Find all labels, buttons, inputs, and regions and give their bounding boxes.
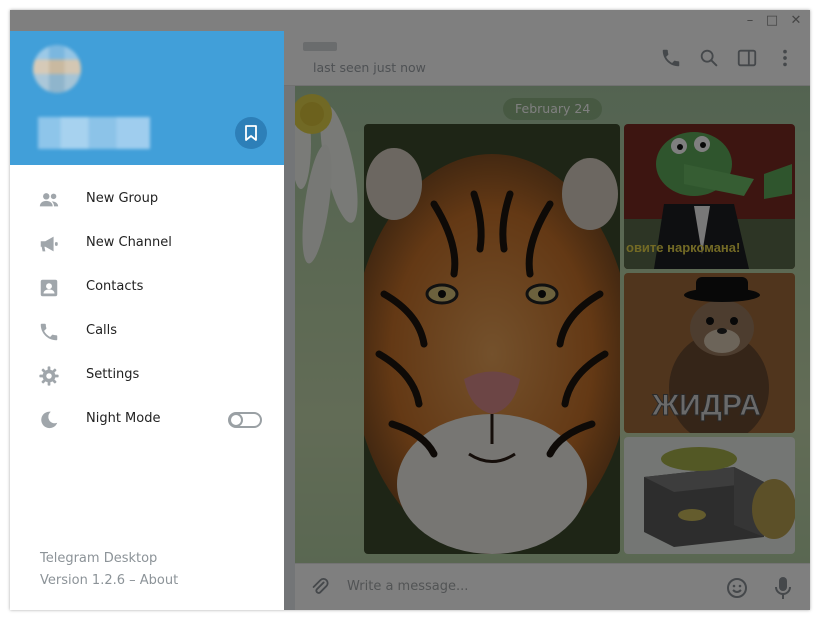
menu-item-calls[interactable]: Calls	[10, 310, 284, 354]
menu-item-night-mode[interactable]: Night Mode	[10, 398, 284, 442]
app-name: Telegram Desktop	[40, 551, 158, 566]
gear-icon	[39, 366, 59, 386]
menu-label-settings: Settings	[86, 367, 140, 382]
phone-icon	[40, 323, 58, 341]
contact-icon	[40, 279, 58, 297]
main-menu: New Group New Channel Contacts Calls Set…	[10, 31, 284, 610]
menu-label-new-group: New Group	[86, 191, 159, 206]
menu-item-new-channel[interactable]: New Channel	[10, 222, 284, 266]
night-mode-toggle[interactable]	[228, 412, 262, 428]
version-about-link[interactable]: Version 1.2.6 – About	[40, 573, 178, 588]
menu-item-contacts[interactable]: Contacts	[10, 266, 284, 310]
avatar[interactable]	[33, 45, 81, 93]
toggle-knob	[229, 413, 243, 427]
saved-messages-button[interactable]	[235, 117, 267, 149]
user-name-blurred	[38, 117, 150, 149]
menu-label-calls: Calls	[86, 323, 118, 338]
menu-label-night-mode: Night Mode	[86, 411, 161, 426]
menu-label-new-channel: New Channel	[86, 235, 172, 250]
megaphone-icon	[40, 236, 58, 252]
group-icon	[39, 193, 59, 207]
menu-label-contacts: Contacts	[86, 279, 144, 294]
menu-header	[10, 31, 284, 165]
menu-item-settings[interactable]: Settings	[10, 354, 284, 398]
menu-item-new-group[interactable]: New Group	[10, 178, 284, 222]
bookmark-icon	[245, 125, 257, 141]
app-window: – □ ✕ last seen just now	[10, 10, 810, 610]
moon-icon	[41, 411, 58, 429]
